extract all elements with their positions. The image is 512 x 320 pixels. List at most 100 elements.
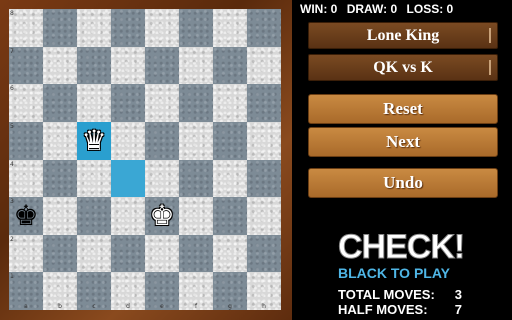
- square-h2[interactable]: [247, 234, 281, 273]
- square-e5[interactable]: [145, 121, 179, 160]
- rank-label: 4: [10, 160, 14, 168]
- square-e6[interactable]: [145, 84, 179, 122]
- square-f3[interactable]: [179, 197, 213, 235]
- square-f7[interactable]: [179, 46, 213, 85]
- square-c4[interactable]: [77, 159, 111, 198]
- square-b2[interactable]: [43, 234, 77, 273]
- square-a8[interactable]: 8: [9, 9, 43, 47]
- square-c1[interactable]: c: [77, 272, 111, 310]
- square-h3[interactable]: [247, 197, 281, 235]
- square-a1[interactable]: 1a: [9, 272, 43, 310]
- half-moves-value: 7: [454, 302, 462, 317]
- square-a2[interactable]: 2: [9, 234, 43, 273]
- square-c8[interactable]: [77, 9, 111, 47]
- file-label: g: [228, 303, 232, 310]
- square-b5[interactable]: [43, 121, 77, 160]
- total-moves: TOTAL MOVES: 3: [338, 287, 462, 302]
- loss-score: LOSS: 0: [407, 2, 454, 16]
- reset-button[interactable]: Reset: [308, 94, 498, 124]
- square-d2[interactable]: [111, 234, 145, 273]
- square-d7[interactable]: [111, 46, 145, 85]
- square-b4[interactable]: [43, 159, 77, 198]
- square-d3[interactable]: [111, 197, 145, 235]
- side-panel: WIN: 0 DRAW: 0 LOSS: 0 Lone King QK vs K…: [292, 0, 512, 320]
- total-moves-value: 3: [454, 287, 462, 302]
- square-e8[interactable]: [145, 9, 179, 47]
- mode-label: Lone King: [366, 26, 440, 44]
- win-value: 0: [330, 2, 338, 16]
- square-h1[interactable]: h: [247, 272, 281, 310]
- square-d8[interactable]: [111, 9, 145, 47]
- square-d6[interactable]: [111, 84, 145, 122]
- square-c6[interactable]: [77, 84, 111, 122]
- square-b6[interactable]: [43, 84, 77, 122]
- square-h6[interactable]: [247, 84, 281, 122]
- square-e3[interactable]: ♚: [145, 197, 179, 235]
- loss-value: 0: [446, 2, 454, 16]
- square-h7[interactable]: [247, 46, 281, 85]
- square-h8[interactable]: [247, 9, 281, 47]
- file-label: d: [126, 303, 130, 310]
- square-f8[interactable]: [179, 9, 213, 47]
- check-title: CHECK!: [338, 228, 466, 266]
- square-c2[interactable]: [77, 234, 111, 273]
- square-g8[interactable]: [213, 9, 247, 47]
- square-g7[interactable]: [213, 46, 247, 85]
- square-g5[interactable]: [213, 121, 247, 160]
- next-button[interactable]: Next: [308, 127, 498, 157]
- black-king-icon[interactable]: ♚: [9, 197, 43, 235]
- draw-score: DRAW: 0: [347, 2, 397, 16]
- square-g3[interactable]: [213, 197, 247, 235]
- square-c7[interactable]: [77, 46, 111, 85]
- square-g6[interactable]: [213, 84, 247, 122]
- dropdown-handle-icon: [489, 60, 491, 75]
- square-b8[interactable]: [43, 9, 77, 47]
- square-e7[interactable]: [145, 46, 179, 85]
- square-d1[interactable]: d: [111, 272, 145, 310]
- square-f6[interactable]: [179, 84, 213, 122]
- square-f5[interactable]: [179, 121, 213, 160]
- square-f1[interactable]: f: [179, 272, 213, 310]
- square-b3[interactable]: [43, 197, 77, 235]
- white-king-icon[interactable]: ♚: [145, 197, 179, 235]
- square-d5[interactable]: [111, 121, 145, 160]
- half-moves: HALF MOVES: 7: [338, 302, 462, 317]
- square-a7[interactable]: 7: [9, 46, 43, 85]
- square-c5[interactable]: ♛: [77, 121, 111, 160]
- square-b1[interactable]: b: [43, 272, 77, 310]
- total-moves-label: TOTAL MOVES:: [338, 287, 435, 302]
- score-line: WIN: 0 DRAW: 0 LOSS: 0: [300, 2, 510, 16]
- file-label: a: [24, 303, 28, 310]
- square-f4[interactable]: [179, 159, 213, 198]
- square-f2[interactable]: [179, 234, 213, 273]
- square-e4[interactable]: [145, 159, 179, 198]
- half-moves-label: HALF MOVES:: [338, 302, 428, 317]
- file-label: f: [194, 303, 198, 310]
- rank-label: 5: [10, 122, 14, 130]
- mode-dropdown[interactable]: Lone King: [308, 22, 498, 49]
- rank-label: 1: [10, 273, 14, 281]
- square-a5[interactable]: 5: [9, 121, 43, 160]
- white-queen-icon[interactable]: ♛: [77, 122, 111, 160]
- setup-label: QK vs K: [373, 58, 433, 76]
- square-g4[interactable]: [213, 159, 247, 198]
- square-a4[interactable]: 4: [9, 159, 43, 198]
- square-g2[interactable]: [213, 234, 247, 273]
- square-d4[interactable]: [111, 159, 145, 198]
- turn-indicator: BLACK TO PLAY: [338, 265, 451, 281]
- file-label: c: [92, 303, 96, 310]
- square-b7[interactable]: [43, 46, 77, 85]
- square-a6[interactable]: 6: [9, 84, 43, 122]
- setup-dropdown[interactable]: QK vs K: [308, 54, 498, 81]
- draw-label: DRAW:: [346, 2, 388, 16]
- square-c3[interactable]: [77, 197, 111, 235]
- square-e1[interactable]: e: [145, 272, 179, 310]
- square-g1[interactable]: g: [213, 272, 247, 310]
- square-a3[interactable]: 3 ♚: [9, 197, 43, 235]
- undo-button[interactable]: Undo: [308, 168, 498, 198]
- square-h5[interactable]: [247, 121, 281, 160]
- chess-board[interactable]: 8 7 6 5 ♛ 4 3 ♚ ♚ 2 1 a b c d e f g h: [9, 9, 281, 310]
- square-e2[interactable]: [145, 234, 179, 273]
- rank-label: 8: [10, 10, 14, 17]
- square-h4[interactable]: [247, 159, 281, 198]
